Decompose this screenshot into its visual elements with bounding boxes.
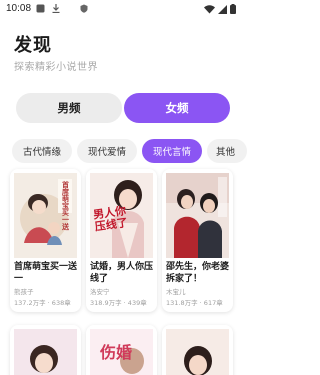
signal-icon — [218, 4, 227, 14]
book-cover-text: 首席萌宝买一送 — [62, 180, 69, 231]
book-card[interactable]: 男人你压线了 试婚，男人你压线了 洛安宁 318.9万字 · 439章 — [86, 169, 157, 312]
page-subtitle: 探索精彩小说世界 — [14, 62, 98, 73]
book-cover — [166, 173, 229, 258]
book-author: 熊孩子 — [14, 288, 34, 296]
wifi-icon — [204, 4, 215, 13]
tab-ancient-romance[interactable]: 古代情缘 — [12, 139, 72, 163]
book-cover: 男人你压线了 — [90, 173, 153, 258]
download-icon — [52, 4, 60, 13]
book-card[interactable]: 伤婚 — [86, 325, 157, 375]
tab-other[interactable]: 其他 — [207, 139, 247, 163]
page-title: 发现 — [14, 35, 52, 56]
book-card[interactable]: 首席萌宝买一送 首席萌宝买一送一 熊孩子 137.2万字 · 638章 — [10, 169, 81, 312]
status-time: 10:08 — [6, 3, 32, 14]
book-stats: 137.2万字 · 638章 — [14, 299, 71, 307]
female-channel-button[interactable]: 女频 — [124, 93, 230, 123]
book-author: 洛安宁 — [90, 288, 110, 296]
book-cover — [166, 329, 229, 375]
book-card[interactable]: 邵先生，你老婆拆家了！ 木宝儿 131.8万字 · 617章 — [162, 169, 233, 312]
book-title: 首席萌宝买一送一 — [14, 262, 78, 284]
book-card[interactable] — [162, 325, 233, 375]
book-stats: 131.8万字 · 617章 — [166, 299, 223, 307]
book-title: 试婚，男人你压线了 — [90, 262, 154, 284]
shield-icon — [80, 4, 88, 13]
book-cover-text: 伤婚 — [100, 343, 133, 362]
book-author: 木宝儿 — [166, 288, 186, 296]
book-cover: 伤婚 — [90, 329, 153, 375]
book-title: 邵先生，你老婆拆家了！ — [166, 262, 230, 284]
book-cover: 首席萌宝买一送 — [14, 173, 77, 258]
tab-modern-romance[interactable]: 现代言情 — [142, 139, 202, 163]
book-card[interactable] — [10, 325, 81, 375]
settings-notification-icon — [36, 4, 45, 13]
status-bar: 10:08 — [0, 0, 241, 18]
battery-icon — [230, 4, 236, 14]
male-channel-button[interactable]: 男频 — [16, 93, 122, 123]
book-stats: 318.9万字 · 439章 — [90, 299, 147, 307]
book-cover — [14, 329, 77, 375]
tab-modern-love[interactable]: 现代爱情 — [77, 139, 137, 163]
